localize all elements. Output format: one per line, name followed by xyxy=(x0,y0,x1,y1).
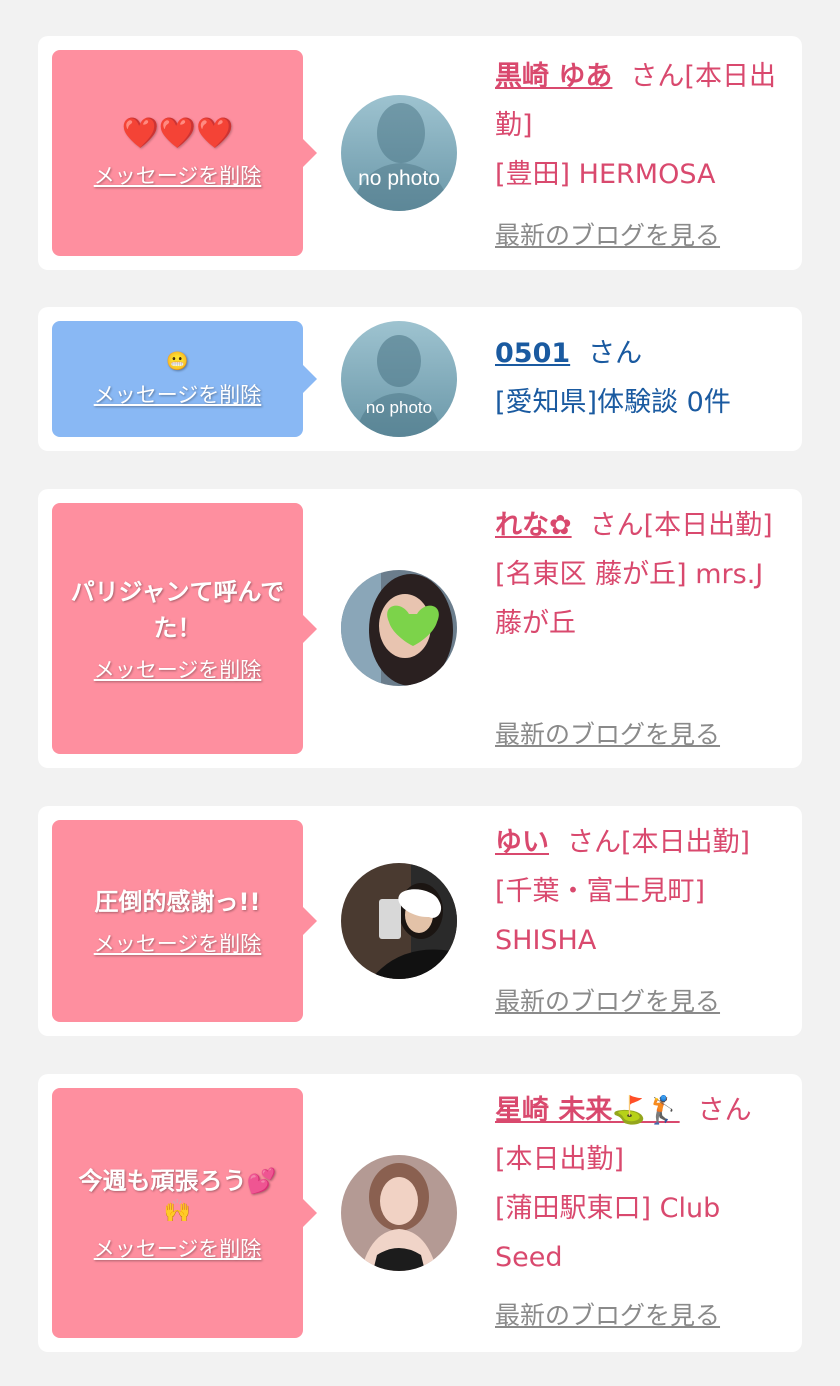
avatar[interactable] xyxy=(341,570,457,686)
shop-name: [蒲田駅東口] Club Seed xyxy=(495,1193,721,1273)
latest-blog-link[interactable]: 最新のブログを見る xyxy=(495,216,720,252)
latest-blog-link[interactable]: 最新のブログを見る xyxy=(495,715,720,751)
shop-name: [愛知県]体験談 0件 xyxy=(495,387,731,418)
user-info: ゆい さん[本日出勤] [千葉・富士見町] SHISHA xyxy=(495,818,780,965)
message-text: 今週も頑張ろう💕 xyxy=(78,1167,277,1195)
avatar[interactable]: no photo xyxy=(341,95,457,211)
avatar[interactable]: no photo xyxy=(341,321,457,437)
message-bubble: 圧倒的感謝っ!! メッセージを削除 xyxy=(52,820,317,1022)
message-card: ❤️❤️❤️ メッセージを削除 no photo 黒崎 ゆあ さん[本日出勤] [… xyxy=(38,36,802,270)
message-bubble: パリジャンて呼んでた！ メッセージを削除 xyxy=(52,503,317,754)
user-name-link[interactable]: 黒崎 ゆあ xyxy=(495,61,612,92)
svg-text:no photo: no photo xyxy=(358,167,440,190)
latest-blog-link[interactable]: 最新のブログを見る xyxy=(495,1296,720,1332)
delete-message-link[interactable]: メッセージを削除 xyxy=(94,160,262,190)
user-name-link[interactable]: ゆい xyxy=(495,827,549,858)
message-card: 今週も頑張ろう💕 🙌 メッセージを削除 星崎 未来⛳🏌️ さん[本日出勤] [蒲田… xyxy=(38,1074,802,1352)
delete-message-link[interactable]: メッセージを削除 xyxy=(94,654,262,684)
latest-blog-link[interactable]: 最新のブログを見る xyxy=(495,982,720,1018)
shop-name: [千葉・富士見町] SHISHA xyxy=(495,876,706,956)
user-photo xyxy=(341,1155,457,1271)
user-info: 星崎 未来⛳🏌️ さん[本日出勤] [蒲田駅東口] Club Seed xyxy=(495,1086,780,1282)
user-name-suffix: さん[本日出勤] xyxy=(567,827,751,858)
message-card: 圧倒的感謝っ!! メッセージを削除 ゆい さん[本日出勤] [千葉・富士見町] S… xyxy=(38,806,802,1036)
user-name-link[interactable]: れな✿ xyxy=(495,510,572,541)
svg-text:no photo: no photo xyxy=(366,398,432,417)
shop-name: [豊田] HERMOSA xyxy=(495,159,716,190)
user-name-link[interactable]: 星崎 未来⛳🏌️ xyxy=(495,1095,680,1126)
user-info: れな✿ さん[本日出勤] [名東区 藤が丘] mrs.J 藤が丘 xyxy=(495,501,780,648)
user-info: 0501 さん [愛知県]体験談 0件 xyxy=(495,329,780,427)
message-card: パリジャンて呼んでた！ メッセージを削除 れな✿ さん[本日出勤] [名東区 藤が… xyxy=(38,489,802,768)
user-info: 黒崎 ゆあ さん[本日出勤] [豊田] HERMOSA xyxy=(495,52,780,199)
message-text: ❤️❤️❤️ xyxy=(121,116,234,151)
message-text: パリジャンて呼んでた！ xyxy=(70,577,285,642)
shop-name: [名東区 藤が丘] mrs.J 藤が丘 xyxy=(495,559,764,639)
avatar[interactable] xyxy=(341,1155,457,1271)
user-name-link[interactable]: 0501 xyxy=(495,338,570,369)
user-photo xyxy=(341,863,457,979)
message-text: 圧倒的感謝っ!! xyxy=(94,888,261,916)
message-bubble: 今週も頑張ろう💕 🙌 メッセージを削除 xyxy=(52,1088,317,1338)
user-photo xyxy=(341,570,457,686)
no-photo-placeholder-icon: no photo xyxy=(341,95,457,211)
delete-message-link[interactable]: メッセージを削除 xyxy=(94,928,262,958)
raised-hands-icon: 🙌 xyxy=(163,1199,192,1224)
user-name-suffix: さん[本日出勤] xyxy=(589,510,773,541)
message-text: 😬 xyxy=(166,351,189,372)
message-bubble: 😬 メッセージを削除 xyxy=(52,321,317,437)
message-card: 😬 メッセージを削除 no photo 0501 さん [愛知県]体験談 0件 xyxy=(38,307,802,451)
message-bubble: ❤️❤️❤️ メッセージを削除 xyxy=(52,50,317,256)
avatar[interactable] xyxy=(341,863,457,979)
delete-message-link[interactable]: メッセージを削除 xyxy=(94,1233,262,1263)
delete-message-link[interactable]: メッセージを削除 xyxy=(94,379,262,409)
user-name-suffix: さん xyxy=(588,338,643,369)
no-photo-placeholder-icon: no photo xyxy=(341,321,457,437)
